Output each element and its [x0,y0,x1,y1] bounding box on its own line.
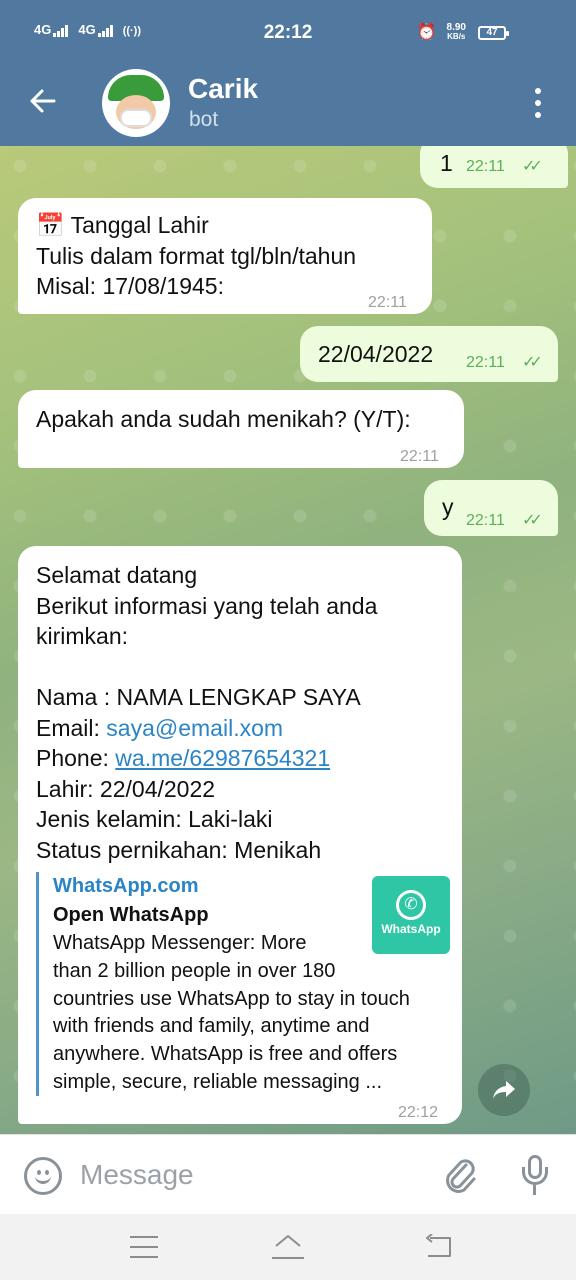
network-speed: 8.90 KB/s [447,23,466,42]
message-time: 22:11 [466,354,505,371]
read-ticks-icon: ✓✓ [522,512,543,529]
arrow-left-icon[interactable] [28,86,62,120]
paperclip-icon[interactable] [442,1155,478,1195]
status-bar: 4G 4G ((·)) 22:12 ⏰ 8.90 KB/s 47 [0,0,576,66]
message-time: 22:11 [466,158,505,175]
chat-title[interactable]: Carik [188,73,258,105]
microphone-icon[interactable] [520,1155,550,1199]
phone-glyph-icon: ✆ [396,890,426,920]
message-time: 22:11 [400,448,439,465]
avatar-mask [120,109,152,127]
calendar-icon: 📅 [36,212,65,238]
message-line: Phone: wa.me/62987654321 [36,743,377,774]
message-input[interactable] [80,1155,420,1195]
message-outgoing[interactable]: 1 22:11 ✓✓ [420,146,568,188]
message-text: 1 [440,150,453,176]
read-ticks-icon: ✓✓ [522,158,543,175]
message-outgoing[interactable]: y 22:11 ✓✓ [424,480,558,536]
message-line: Jenis kelamin: Laki-laki [36,806,273,832]
message-incoming[interactable]: 📅 Tanggal Lahir Tulis dalam format tgl/b… [18,198,432,314]
home-icon[interactable] [270,1232,306,1260]
message-text: Apakah anda sudah menikah? (Y/T): [36,406,411,432]
preview-description: WhatsApp Messenger: More than 2 billion … [53,930,456,1097]
status-right: ⏰ 8.90 KB/s [417,22,466,42]
message-line-text: Tanggal Lahir [70,212,209,238]
message-text: 22/04/2022 [318,341,434,367]
phone-link[interactable]: wa.me/62987654321 [115,745,330,771]
chat-header: Carik bot [0,66,576,146]
message-line: 📅 Tanggal Lahir [36,210,356,241]
message-text: y [442,494,454,520]
phone-label: Phone: [36,745,116,771]
message-time: 22:12 [398,1104,439,1121]
message-incoming[interactable]: Selamat datang Berikut informasi yang te… [18,546,462,1124]
message-line: Status pernikahan: Menikah [36,836,322,863]
composer [0,1134,576,1214]
message-line: Berikut informasi yang telah anda [36,592,378,619]
message-line: Lahir: 22/04/2022 [36,775,216,802]
message-time: 22:11 [368,294,407,311]
smiley-icon[interactable] [24,1157,62,1195]
preview-desc-line: with friends and family, anytime and [53,1015,370,1038]
thumb-label: WhatsApp [381,922,441,936]
email-link[interactable]: saya@email.xom [106,715,283,741]
message-outgoing[interactable]: 22/04/2022 22:11 ✓✓ [300,326,558,382]
whatsapp-logo-icon[interactable]: ✆ WhatsApp [372,876,450,954]
recent-apps-icon[interactable] [130,1236,158,1258]
speed-unit: KB/s [447,32,466,41]
message-line: Misal: 17/08/1945: [36,273,224,299]
back-icon[interactable] [424,1233,456,1260]
message-line: Email: saya@email.xom [36,713,377,744]
preview-desc-line: anywhere. WhatsApp is free and offers [53,1043,398,1066]
message-list[interactable]: 1 22:11 ✓✓ 📅 Tanggal Lahir Tulis dalam f… [0,146,576,1134]
read-ticks-icon: ✓✓ [522,354,543,371]
message-line: Nama : NAMA LENGKAP SAYA [36,684,361,710]
message-line: Selamat datang [36,562,198,588]
battery-icon: 47 [478,26,509,40]
message-line: Tulis dalam format tgl/bln/tahun [36,242,357,269]
avatar[interactable] [102,69,170,137]
message-incoming[interactable]: Apakah anda sudah menikah? (Y/T): 22:11 [18,390,464,468]
message-time: 22:11 [466,512,505,529]
chat-subtitle: bot [189,108,219,131]
preview-desc-line: simple, secure, reliable messaging ... [53,1070,383,1093]
system-nav-bar [0,1214,576,1280]
more-vertical-icon[interactable] [528,88,548,118]
alarm-icon: ⏰ [416,24,437,41]
preview-desc-line: than 2 billion people in over 180 [53,959,336,982]
preview-desc-line: countries use WhatsApp to stay in touch [53,987,410,1010]
message-line: kirimkan: [36,623,129,649]
share-arrow-icon[interactable] [478,1064,530,1116]
email-label: Email: [36,714,107,741]
